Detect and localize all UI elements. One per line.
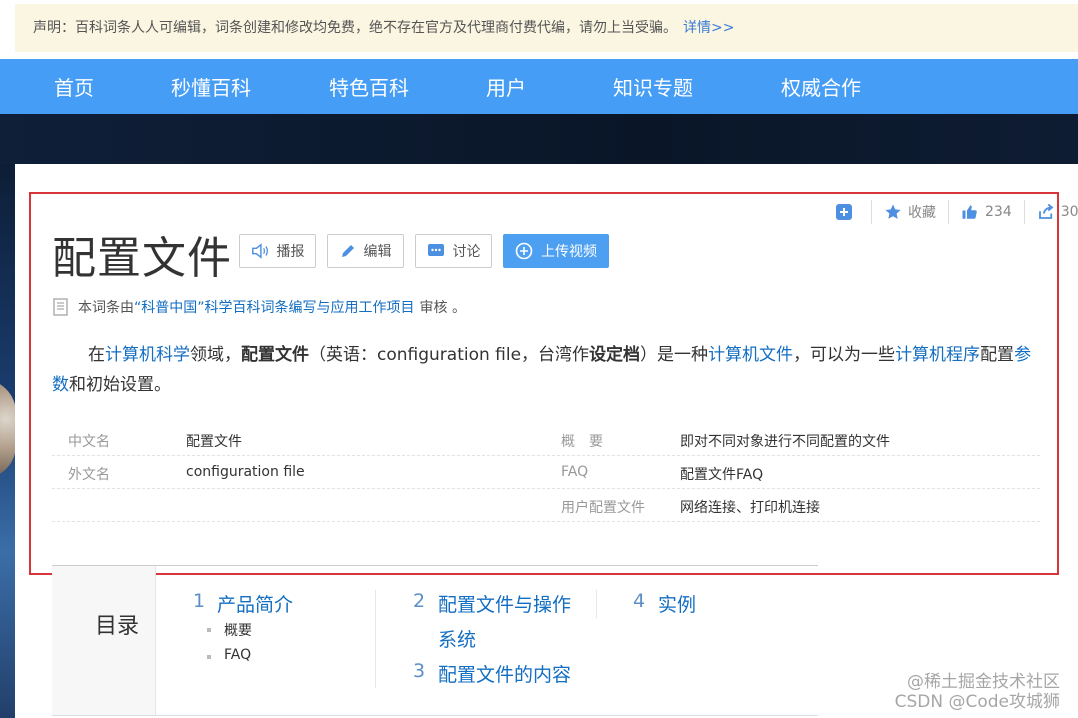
watermark-line: @稀土掘金技术社区 xyxy=(907,672,1060,692)
toc-item-os[interactable]: 配置文件与操作 xyxy=(438,590,571,617)
share-count: 30 xyxy=(1060,204,1078,220)
nav-user[interactable]: 用户 xyxy=(486,72,526,101)
toc-label-area xyxy=(52,566,156,716)
header-banner xyxy=(0,114,1078,164)
toc-sub-overview[interactable]: 概要 xyxy=(224,620,252,640)
notice-banner: 声明：百科词条人人可编辑，词条创建和修改均免费，绝不存在官方及代理商付费代编，请… xyxy=(15,4,1078,52)
toc-label: 目录 xyxy=(95,614,140,639)
toc-column-divider xyxy=(596,590,597,618)
nav-featured[interactable]: 特色百科 xyxy=(329,72,409,101)
toc-top-rule xyxy=(52,565,818,566)
toc-item-examples[interactable]: 实例 xyxy=(658,590,696,617)
side-decoration xyxy=(0,164,16,718)
watermark: @稀土掘金技术社区 CSDN @Code攻城狮 xyxy=(895,672,1060,712)
toc-item-content[interactable]: 配置文件的内容 xyxy=(438,660,571,687)
toc-bullet xyxy=(207,655,211,659)
nav-home[interactable]: 首页 xyxy=(54,72,94,101)
toc-item-os-cont[interactable]: 系统 xyxy=(438,625,476,652)
toc-number: 2 xyxy=(413,590,426,612)
main-nav: 首页 秒懂百科 特色百科 用户 知识专题 权威合作 xyxy=(0,59,1078,114)
decoration-disc xyxy=(0,379,16,479)
toc-number: 4 xyxy=(633,590,646,612)
toc-bottom-rule xyxy=(52,715,818,716)
toc-column-divider xyxy=(375,590,376,688)
notice-text: 声明：百科词条人人可编辑，词条创建和修改均免费，绝不存在官方及代理商付费代编，请… xyxy=(33,20,677,36)
nav-topics[interactable]: 知识专题 xyxy=(613,72,693,101)
toc-item-intro[interactable]: 产品简介 xyxy=(217,590,293,617)
toc-sub-faq[interactable]: FAQ xyxy=(224,647,251,663)
toc-number: 1 xyxy=(193,590,206,612)
toc-bullet xyxy=(207,628,211,632)
highlight-box xyxy=(29,192,1059,575)
watermark-line: CSDN @Code攻城狮 xyxy=(894,692,1060,712)
nav-partners[interactable]: 权威合作 xyxy=(781,72,861,101)
notice-details-link[interactable]: 详情>> xyxy=(683,20,734,36)
notice-bar: 声明：百科词条人人可编辑，词条创建和修改均免费，绝不存在官方及代理商付费代编，请… xyxy=(0,0,1078,59)
toc-number: 3 xyxy=(413,660,426,682)
nav-miaodong[interactable]: 秒懂百科 xyxy=(171,72,251,101)
